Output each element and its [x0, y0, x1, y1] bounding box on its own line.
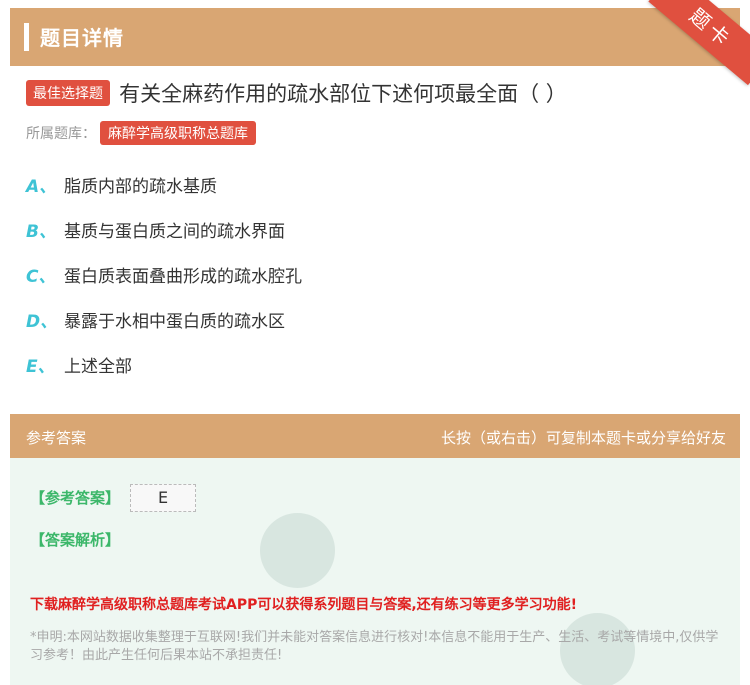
- option-text: 脂质内部的疏水基质: [64, 177, 217, 197]
- option-b[interactable]: B、 基质与蛋白质之间的疏水界面: [26, 217, 726, 262]
- option-list: A、 脂质内部的疏水基质 B、 基质与蛋白质之间的疏水界面 C、 蛋白质表面叠曲…: [26, 172, 726, 397]
- option-text: 蛋白质表面叠曲形成的疏水腔孔: [64, 267, 302, 287]
- option-letter: C、: [26, 267, 56, 287]
- app-promo-text[interactable]: 下载麻醉学高级职称总题库考试APP可以获得系列题目与答案,还有练习等更多学习功能…: [30, 594, 577, 614]
- bank-label: 所属题库：: [26, 126, 96, 142]
- option-letter: D、: [26, 312, 58, 332]
- question: 最佳选择题 有关全麻药作用的疏水部位下述何项最全面（ ）: [26, 78, 726, 108]
- option-d[interactable]: D、 暴露于水相中蛋白质的疏水区: [26, 307, 726, 352]
- detail-header: 题目详情: [10, 8, 740, 66]
- answer-body: 【参考答案】 E 【答案解析】 下载麻醉学高级职称总题库考试APP可以获得系列题…: [10, 458, 740, 685]
- watermark-circle: [260, 513, 335, 588]
- disclaimer-text: *申明:本网站数据收集整理于互联网!我们并未能对答案信息进行核对!本信息不能用于…: [30, 630, 719, 663]
- question-text: 有关全麻药作用的疏水部位下述何项最全面（ ）: [119, 82, 567, 106]
- question-type-badge: 最佳选择题: [26, 80, 110, 106]
- answer-label: 【参考答案】: [30, 489, 121, 507]
- option-text: 上述全部: [64, 357, 132, 377]
- answer-section-title: 参考答案: [26, 429, 87, 447]
- corner-ribbon: 题卡: [640, 0, 750, 90]
- option-text: 基质与蛋白质之间的疏水界面: [64, 222, 285, 242]
- option-letter: E、: [26, 357, 55, 377]
- header-accent-bar: [24, 23, 29, 51]
- option-c[interactable]: C、 蛋白质表面叠曲形成的疏水腔孔: [26, 262, 726, 307]
- answer-header: 参考答案 长按（或右击）可复制本题卡或分享给好友: [10, 414, 740, 458]
- page-title: 题目详情: [40, 26, 124, 50]
- option-letter: A、: [26, 177, 57, 197]
- option-letter: B、: [26, 222, 56, 242]
- option-text: 暴露于水相中蛋白质的疏水区: [64, 312, 285, 332]
- bank-link[interactable]: 麻醉学高级职称总题库: [100, 121, 256, 145]
- ribbon-label: 题卡: [648, 0, 750, 86]
- option-e[interactable]: E、 上述全部: [26, 352, 726, 397]
- question-bank-row: 所属题库： 麻醉学高级职称总题库: [26, 121, 256, 145]
- share-hint: 长按（或右击）可复制本题卡或分享给好友: [440, 429, 726, 447]
- option-a[interactable]: A、 脂质内部的疏水基质: [26, 172, 726, 217]
- analysis-label: 【答案解析】: [30, 531, 121, 549]
- answer-value: E: [130, 484, 196, 512]
